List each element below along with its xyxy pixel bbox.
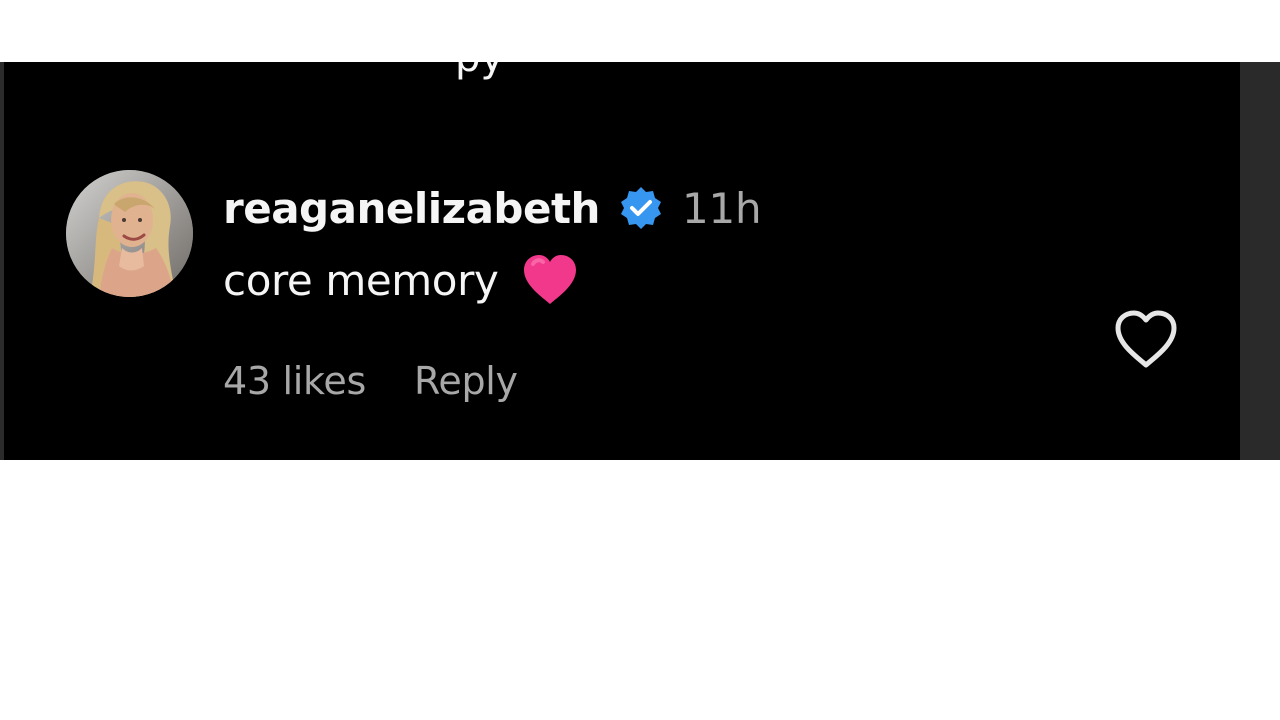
- comment-header: reaganelizabeth 11h: [223, 182, 762, 234]
- username-link[interactable]: reaganelizabeth: [223, 184, 600, 233]
- comment-screenshot-panel: py r: [0, 62, 1280, 460]
- comment-timestamp: 11h: [681, 183, 762, 233]
- likes-count-link[interactable]: 43 likes: [223, 359, 366, 403]
- reply-button[interactable]: Reply: [414, 359, 518, 403]
- comment-actions: 43 likes Reply: [223, 354, 518, 408]
- previous-comment-clipped-text: py: [455, 62, 504, 78]
- comment-text: core memory: [223, 255, 499, 305]
- scrollbar-gutter[interactable]: [1240, 62, 1280, 460]
- left-panel-edge: [0, 62, 4, 460]
- comment-item: reaganelizabeth 11h core memory 43 likes…: [66, 170, 1186, 420]
- pink-heart-emoji-icon: [520, 252, 580, 308]
- comment-body: core memory: [223, 250, 580, 310]
- avatar[interactable]: [66, 170, 193, 297]
- verified-badge-icon: [618, 185, 664, 231]
- heart-outline-icon: [1115, 310, 1177, 368]
- like-button[interactable]: [1112, 310, 1180, 370]
- avatar-image: [66, 170, 193, 297]
